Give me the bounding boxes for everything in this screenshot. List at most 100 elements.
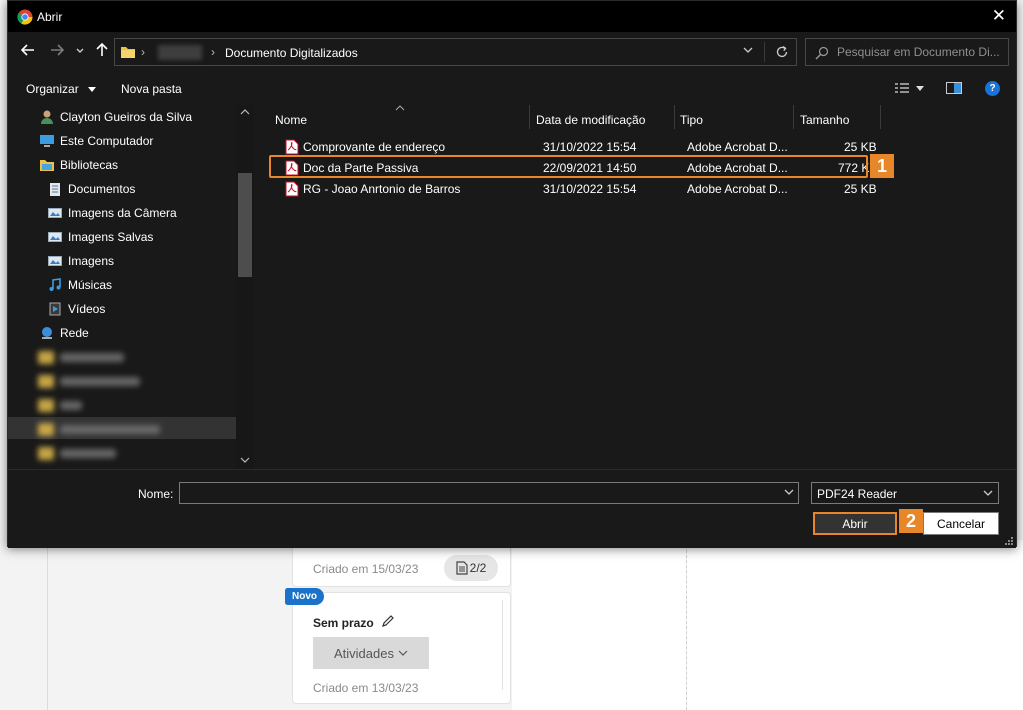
- close-button[interactable]: ✕: [992, 7, 1006, 24]
- user-icon: [38, 109, 56, 125]
- view-options[interactable]: [894, 82, 962, 94]
- file-row[interactable]: RG - Joao Anrtonio de Barros 31/10/2022 …: [275, 179, 877, 199]
- file-name: RG - Joao Anrtonio de Barros: [303, 182, 461, 196]
- background-panel: [687, 540, 1023, 710]
- libraries-icon: [38, 157, 56, 173]
- file-type-selected: PDF24 Reader: [817, 487, 898, 501]
- file-modified: 31/10/2022 15:54: [543, 140, 637, 154]
- chevron-down-icon: [983, 490, 993, 496]
- documents-icon: [46, 181, 64, 197]
- step-highlight-file: [269, 155, 868, 178]
- cancel-button[interactable]: Cancelar: [923, 512, 999, 535]
- nav-scrollbar[interactable]: [236, 105, 254, 469]
- nav-item-blurred[interactable]: [38, 373, 140, 389]
- file-size: 25 KB: [844, 182, 877, 196]
- nav-item-rede[interactable]: Rede: [38, 322, 89, 344]
- folder-icon: [121, 47, 135, 58]
- card-created-date: Criado em 15/03/23: [313, 562, 419, 576]
- document-icon: [456, 561, 468, 575]
- nav-item-user[interactable]: Clayton Gueiros da Silva: [38, 106, 192, 128]
- nav-item-documentos[interactable]: Documentos: [46, 178, 135, 200]
- column-header-modified[interactable]: Data de modificação: [536, 105, 645, 129]
- scrollbar-thumb[interactable]: [238, 173, 252, 277]
- dialog-footer: Nome: PDF24 Reader Abrir Cancelar: [8, 469, 1016, 548]
- dialog-title: Abrir: [37, 10, 63, 24]
- pictures-icon: [46, 253, 64, 269]
- back-arrow-icon[interactable]: [21, 43, 35, 57]
- forward-arrow-icon[interactable]: [50, 43, 64, 57]
- filename-input[interactable]: [179, 482, 799, 504]
- chevron-down-icon[interactable]: [76, 48, 84, 54]
- address-bar[interactable]: › ••••• › Documento Digitalizados: [114, 38, 797, 66]
- computer-icon: [38, 133, 56, 149]
- background-divider: [47, 540, 48, 710]
- file-type: Adobe Acrobat D...: [687, 182, 788, 196]
- attachments-pill[interactable]: 2/2: [444, 555, 498, 581]
- card-created-date: Criado em 13/03/23: [313, 681, 419, 695]
- nav-item-blurred[interactable]: [38, 421, 160, 437]
- up-arrow-icon[interactable]: [95, 43, 109, 57]
- refresh-icon[interactable]: [775, 45, 789, 59]
- pdf-file-icon: [285, 139, 299, 155]
- organize-menu[interactable]: Organizar: [26, 82, 97, 96]
- file-name: Comprovante de endereço: [303, 140, 446, 154]
- column-divider[interactable]: [529, 105, 530, 129]
- background-divider: [502, 600, 503, 690]
- sort-ascending-icon: [395, 105, 405, 111]
- nav-item-blurred[interactable]: [38, 349, 124, 365]
- chevron-down-icon: [398, 650, 408, 656]
- search-input[interactable]: [835, 43, 1005, 61]
- navigation-bar: › ••••• › Documento Digitalizados: [8, 32, 1016, 72]
- pictures-icon: [46, 205, 64, 221]
- pdf-file-icon: [285, 181, 299, 197]
- resize-grip-icon[interactable]: [1004, 536, 1014, 546]
- navigation-pane: Clayton Gueiros da Silva Este Computador…: [8, 105, 255, 469]
- nav-item-musicas[interactable]: Músicas: [46, 274, 112, 296]
- caret-down-icon[interactable]: [916, 85, 924, 91]
- activities-dropdown[interactable]: Atividades: [313, 637, 429, 669]
- column-divider[interactable]: [793, 105, 794, 129]
- file-size: 25 KB: [844, 140, 877, 154]
- pencil-icon[interactable]: [381, 614, 395, 628]
- new-folder-button[interactable]: Nova pasta: [121, 82, 182, 96]
- filename-label: Nome:: [138, 487, 174, 501]
- file-row[interactable]: Comprovante de endereço 31/10/2022 15:54…: [275, 137, 877, 157]
- nav-item-blurred[interactable]: [38, 397, 82, 413]
- nav-item-videos[interactable]: Vídeos: [46, 298, 105, 320]
- open-button[interactable]: Abrir: [813, 512, 897, 535]
- open-file-dialog: Abrir ✕ › ••••• › Documento Digitalizado…: [7, 0, 1017, 548]
- column-header-name[interactable]: Nome: [275, 105, 307, 129]
- nav-item-blurred[interactable]: [38, 445, 116, 461]
- step-number-badge: 1: [870, 154, 894, 178]
- background-column: [512, 540, 686, 710]
- view-details-icon[interactable]: [894, 82, 910, 94]
- nav-item-imagens[interactable]: Imagens: [46, 250, 114, 272]
- breadcrumb-separator: ›: [211, 45, 215, 59]
- column-divider[interactable]: [880, 105, 881, 129]
- nav-item-bibliotecas[interactable]: Bibliotecas: [38, 154, 118, 176]
- videos-icon: [46, 301, 64, 317]
- file-type-select[interactable]: PDF24 Reader: [811, 482, 999, 504]
- nav-item-imagens-camera[interactable]: Imagens da Câmera: [46, 202, 177, 224]
- help-icon[interactable]: ?: [985, 81, 1000, 96]
- nav-item-este-computador[interactable]: Este Computador: [38, 130, 153, 152]
- search-box[interactable]: [805, 38, 1009, 66]
- scroll-up-icon[interactable]: [240, 109, 250, 115]
- breadcrumb-separator: ›: [141, 45, 145, 59]
- attachments-count: 2/2: [469, 561, 487, 575]
- task-card[interactable]: Sem prazo Atividades Criado em 13/03/23: [292, 592, 511, 704]
- command-bar: Organizar Nova pasta ?: [8, 72, 1016, 105]
- new-badge: Novo: [285, 588, 324, 605]
- preview-pane-icon[interactable]: [946, 82, 962, 94]
- column-header-size[interactable]: Tamanho: [800, 105, 849, 129]
- caret-down-icon: [88, 87, 97, 93]
- breadcrumb-hidden-segment[interactable]: •••••: [158, 45, 202, 60]
- column-divider[interactable]: [674, 105, 675, 129]
- scroll-down-icon[interactable]: [240, 457, 250, 463]
- breadcrumb-current[interactable]: Documento Digitalizados: [225, 46, 358, 60]
- nav-item-imagens-salvas[interactable]: Imagens Salvas: [46, 226, 153, 248]
- chevron-down-icon[interactable]: [743, 47, 753, 53]
- chevron-down-icon[interactable]: [784, 489, 794, 495]
- step-number-badge: 2: [899, 509, 923, 533]
- column-header-type[interactable]: Tipo: [680, 105, 703, 129]
